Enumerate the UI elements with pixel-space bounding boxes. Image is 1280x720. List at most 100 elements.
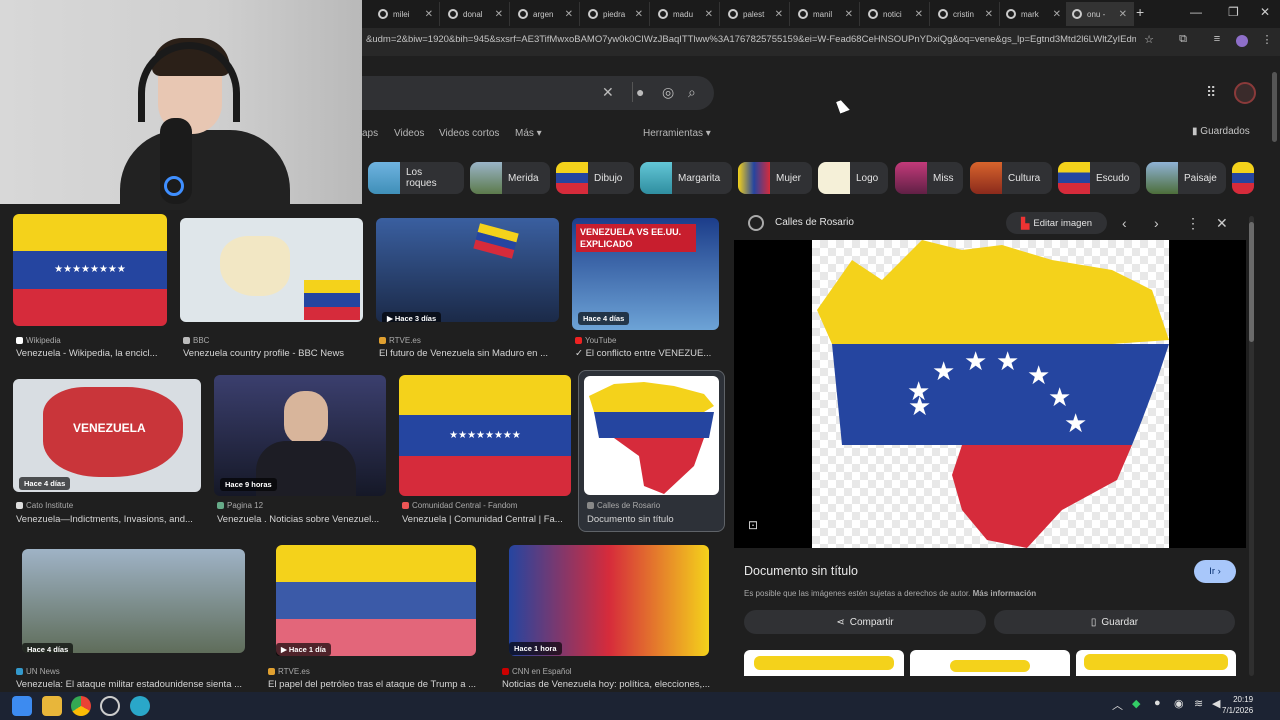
next-icon[interactable]: ›	[1154, 215, 1159, 231]
obs-icon[interactable]	[100, 696, 120, 716]
close-icon[interactable]: ✕	[635, 9, 643, 20]
clear-icon[interactable]: ✕	[602, 84, 614, 101]
tab-active[interactable]: onu - ✕	[1066, 2, 1134, 26]
tab-short-videos[interactable]: Videos cortos	[439, 128, 499, 139]
tab-maps[interactable]: aps	[362, 128, 378, 139]
result-image[interactable]: Hace 9 horas	[214, 375, 386, 496]
result-title[interactable]: Documento sin título	[587, 514, 721, 525]
preview-image[interactable]: ★ ★ ★ ★ ★ ★ ★ ★	[812, 240, 1169, 548]
result-image[interactable]	[180, 218, 363, 322]
close-icon[interactable]: ✕	[565, 9, 573, 20]
close-icon[interactable]: ✕	[775, 9, 783, 20]
close-window-icon[interactable]: ✕	[1260, 5, 1270, 19]
close-icon[interactable]: ✕	[1216, 215, 1228, 232]
result-title[interactable]: Venezuela . Noticias sobre Venezuel...	[217, 514, 387, 525]
chip-more[interactable]	[1232, 162, 1254, 194]
lens-search-icon[interactable]: ⊡	[748, 518, 758, 532]
chip-merida[interactable]: Merida	[470, 162, 550, 194]
saved-button[interactable]: ▮ Guardados	[1192, 126, 1250, 137]
shield-icon[interactable]: ◆	[1132, 697, 1140, 710]
system-clock[interactable]: 20:19 7/1/2026	[1222, 694, 1253, 716]
result-title[interactable]: Noticias de Venezuela hoy: política, ele…	[502, 679, 717, 690]
apps-icon[interactable]: ⠿	[1206, 84, 1216, 101]
tab[interactable]: notici ✕	[862, 2, 930, 26]
tab-more[interactable]: Más ▾	[515, 128, 542, 139]
result-title[interactable]: Venezuela: El ataque militar estadounide…	[16, 679, 251, 690]
result-title[interactable]: Venezuela - Wikipedia, la encicl...	[16, 348, 166, 359]
file-explorer-icon[interactable]	[42, 696, 62, 716]
account-avatar[interactable]	[1234, 82, 1256, 104]
result-image[interactable]: ▶ Hace 3 días	[376, 218, 559, 322]
tools-button[interactable]: Herramientas ▾	[643, 128, 711, 139]
chip-cultura[interactable]: Cultura	[970, 162, 1052, 194]
result-image[interactable]: ★★★★★★★★	[399, 375, 571, 496]
media-icon[interactable]: ≡	[1208, 33, 1226, 51]
app-icon[interactable]	[130, 696, 150, 716]
search-icon[interactable]: ⌕	[688, 84, 696, 101]
close-icon[interactable]: ✕	[705, 9, 713, 20]
result-title[interactable]: ✓ El conflicto entre VENEZUE...	[575, 348, 720, 359]
chip-los-roques[interactable]: Los roques	[368, 162, 464, 194]
result-image[interactable]	[584, 376, 719, 495]
close-icon[interactable]: ✕	[425, 9, 433, 20]
new-tab-button[interactable]: +	[1136, 4, 1144, 20]
tab-videos[interactable]: Videos	[394, 128, 424, 139]
close-icon[interactable]: ✕	[1053, 9, 1061, 20]
tab[interactable]: milei ✕	[372, 2, 440, 26]
share-button[interactable]: ⋖ Compartir	[744, 610, 986, 634]
tab[interactable]: mark ✕	[1000, 2, 1068, 26]
extensions-icon[interactable]: ⧉	[1174, 33, 1192, 51]
chrome-icon[interactable]	[71, 696, 91, 716]
tab[interactable]: madu ✕	[652, 2, 720, 26]
chip-mujer[interactable]: Mujer	[738, 162, 812, 194]
result-title[interactable]: Venezuela—Indictments, Invasions, and...	[16, 514, 206, 525]
result-image[interactable]: Hace 4 días	[22, 549, 245, 653]
page-scroll-thumb[interactable]	[1272, 72, 1277, 142]
result-image[interactable]: VENEZUELA Hace 4 días	[13, 379, 201, 492]
related-image[interactable]	[1076, 650, 1236, 676]
mic-icon[interactable]: ●	[636, 84, 644, 100]
volume-icon[interactable]: ◀	[1212, 697, 1220, 710]
restore-icon[interactable]: ❐	[1228, 5, 1239, 19]
save-button[interactable]: ▯ Guardar	[994, 610, 1235, 634]
more-info-link[interactable]: Más información	[973, 589, 1037, 598]
chip-logo[interactable]: Logo	[818, 162, 888, 194]
minimize-icon[interactable]: —	[1190, 5, 1202, 19]
chip-dibujo[interactable]: Dibujo	[556, 162, 634, 194]
related-image[interactable]	[744, 650, 904, 676]
result-image[interactable]: Hace 1 hora	[509, 545, 709, 656]
edit-image-button[interactable]: ▙ Editar imagen	[1006, 212, 1107, 234]
close-icon[interactable]: ✕	[845, 9, 853, 20]
tab[interactable]: manil ✕	[792, 2, 860, 26]
result-title[interactable]: El papel del petróleo tras el ataque de …	[268, 679, 483, 690]
previous-icon[interactable]: ‹	[1122, 215, 1127, 231]
wifi-icon[interactable]: ≋	[1194, 697, 1203, 710]
chip-escudo[interactable]: Escudo	[1058, 162, 1140, 194]
menu-icon[interactable]: ⋮	[1258, 33, 1276, 51]
more-options-icon[interactable]: ⋮	[1186, 215, 1200, 232]
result-title[interactable]: El futuro de Venezuela sin Maduro en ...	[379, 348, 559, 359]
url-field[interactable]: &udm=2&biw=1920&bih=945&sxsrf=AE3TifMwxo…	[366, 34, 1136, 45]
tab[interactable]: donal ✕	[442, 2, 510, 26]
close-icon[interactable]: ✕	[495, 9, 503, 20]
chip-miss[interactable]: Miss	[895, 162, 963, 194]
tab[interactable]: palest ✕	[722, 2, 790, 26]
tab[interactable]: cristin ✕	[932, 2, 1000, 26]
result-image[interactable]: ★★★★★★★★	[13, 214, 167, 326]
profile-avatar[interactable]	[1236, 35, 1248, 47]
chip-paisaje[interactable]: Paisaje	[1146, 162, 1226, 194]
preview-source[interactable]: Calles de Rosario	[775, 217, 854, 228]
lens-icon[interactable]: ◎	[662, 84, 674, 101]
mic-tray-icon[interactable]: ●	[1154, 697, 1161, 709]
search-input[interactable]	[330, 76, 714, 110]
close-icon[interactable]: ✕	[915, 9, 923, 20]
related-image[interactable]	[910, 650, 1070, 676]
close-icon[interactable]: ✕	[985, 9, 993, 20]
tab[interactable]: piedra ✕	[582, 2, 650, 26]
go-button[interactable]: Ir ›	[1194, 560, 1236, 583]
tab[interactable]: argen ✕	[512, 2, 580, 26]
start-icon[interactable]	[12, 696, 32, 716]
result-image[interactable]	[276, 545, 476, 656]
close-icon[interactable]: ✕	[1119, 9, 1127, 20]
chip-margarita[interactable]: Margarita	[640, 162, 732, 194]
